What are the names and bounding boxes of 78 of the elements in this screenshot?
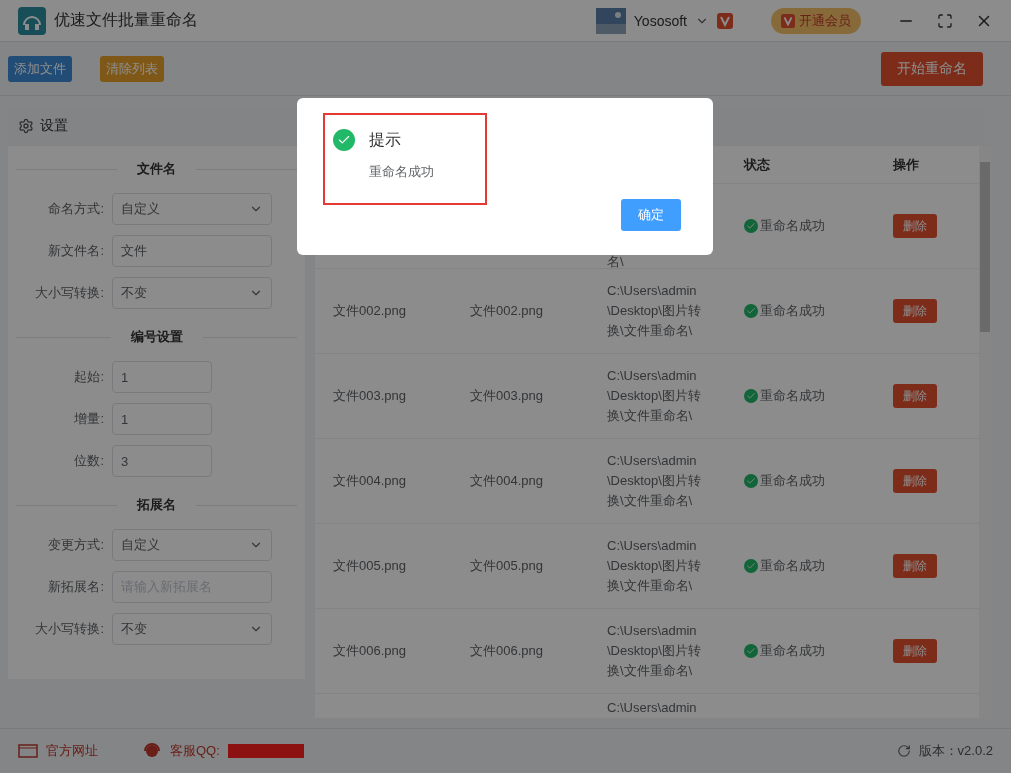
vip-icon [717,12,733,29]
vip-icon [781,13,795,28]
status-text: 重命名成功 [744,387,893,405]
success-icon [744,219,758,233]
select-field[interactable]: 自定义 [112,529,272,561]
table-cell-text: 文件005.png [333,557,407,575]
field-label: 新文件名: [47,242,105,260]
panel-title: 设置 [40,117,68,135]
status-text: 重命名成功 [744,217,893,235]
settings-icon [18,118,34,134]
status-text: 重命名成功 [744,642,893,660]
delete-button[interactable]: 删除 [893,639,937,663]
delete-button[interactable]: 删除 [893,469,937,493]
field-label: 变更方式: [47,536,105,554]
section-heading: 拓展名 [137,496,176,514]
toolbar-button[interactable]: 添加文件 [8,55,72,82]
delete-button[interactable]: 删除 [893,384,937,408]
status-text: 重命名成功 [744,302,893,320]
vip-button[interactable]: 开通会员 [771,7,861,34]
success-icon [744,304,758,318]
field-label: 增量: [73,410,105,428]
dialog-title: 提示 [369,129,401,150]
select-field[interactable]: 不变 [112,613,272,645]
input-field[interactable]: 3 [112,445,212,477]
field-label: 新拓展名: [47,578,105,596]
column-header: 状态 [744,155,771,174]
input-field[interactable]: 文件 [112,235,272,267]
success-icon [744,389,758,403]
column-header: 操作 [893,155,920,174]
path-cell-text: C:\Users\admin\Desktop\图片转换\文件重命名\ [607,622,702,680]
ok-button[interactable]: 确定 [621,199,681,231]
status-text: 重命名成功 [744,557,893,575]
window-title: 优速文件批量重命名 [54,10,198,30]
section-heading: 编号设置 [130,328,183,346]
field-label: 大小写转换: [34,284,105,302]
table-cell-text: 文件003.png [333,387,407,405]
select-field[interactable]: 自定义 [112,193,272,225]
success-icon [333,129,355,151]
version-text: 版本：v2.0.2 [918,742,993,760]
path-cell-text: C:\Users\admin\Desktop\图片转换\文件重命名\ [607,282,702,340]
path-cell-text: C:\Users\admin\Desktop\图片转换\文件重命名\ [607,367,702,425]
maximize-icon[interactable] [937,12,953,29]
field-label: 起始: [73,368,105,386]
path-cell-text: C:\Users\admin [607,699,698,717]
path-cell-text: C:\Users\admin\Desktop\图片转换\文件重命名\ [607,452,702,510]
path-cell-text: 名\ [607,256,625,268]
toolbar-button[interactable]: 清除列表 [100,55,164,82]
select-field[interactable]: 不变 [112,277,272,309]
input-field[interactable]: 1 [112,361,212,393]
dialog-message: 重命名成功 [369,163,435,181]
table-cell-text: 文件004.png [333,472,407,490]
delete-button[interactable]: 删除 [893,214,937,238]
website-link[interactable]: 官方网址 [46,742,98,760]
field-label: 位数: [73,452,105,470]
success-icon [744,474,758,488]
refresh-icon[interactable] [896,744,911,758]
table-cell-text: 文件005.png [470,557,544,575]
table-cell-text: 文件002.png [470,302,544,320]
status-text: 重命名成功 [744,472,893,490]
user-name[interactable]: Yososoft [633,12,687,29]
start-rename-button[interactable]: 开始重命名 [881,51,983,86]
table-cell-text: 文件006.png [333,642,407,660]
field-label: 命名方式: [47,200,105,218]
path-cell-text: C:\Users\admin\Desktop\图片转换\文件重命名\ [607,537,702,595]
success-icon [744,644,758,658]
table-cell-text: 文件004.png [470,472,544,490]
delete-button[interactable]: 删除 [893,554,937,578]
success-icon [744,559,758,573]
field-label: 大小写转换: [34,620,105,638]
section-heading: 文件名 [137,160,176,178]
support-label: 客服QQ: [170,742,220,760]
table-cell-text: 文件006.png [470,642,544,660]
input-field[interactable]: 1 [112,403,212,435]
app-logo [18,6,46,35]
table-cell-text: 文件003.png [470,387,544,405]
table-cell-text: 文件002.png [333,302,407,320]
delete-button[interactable]: 删除 [893,299,937,323]
web-icon [18,744,38,758]
